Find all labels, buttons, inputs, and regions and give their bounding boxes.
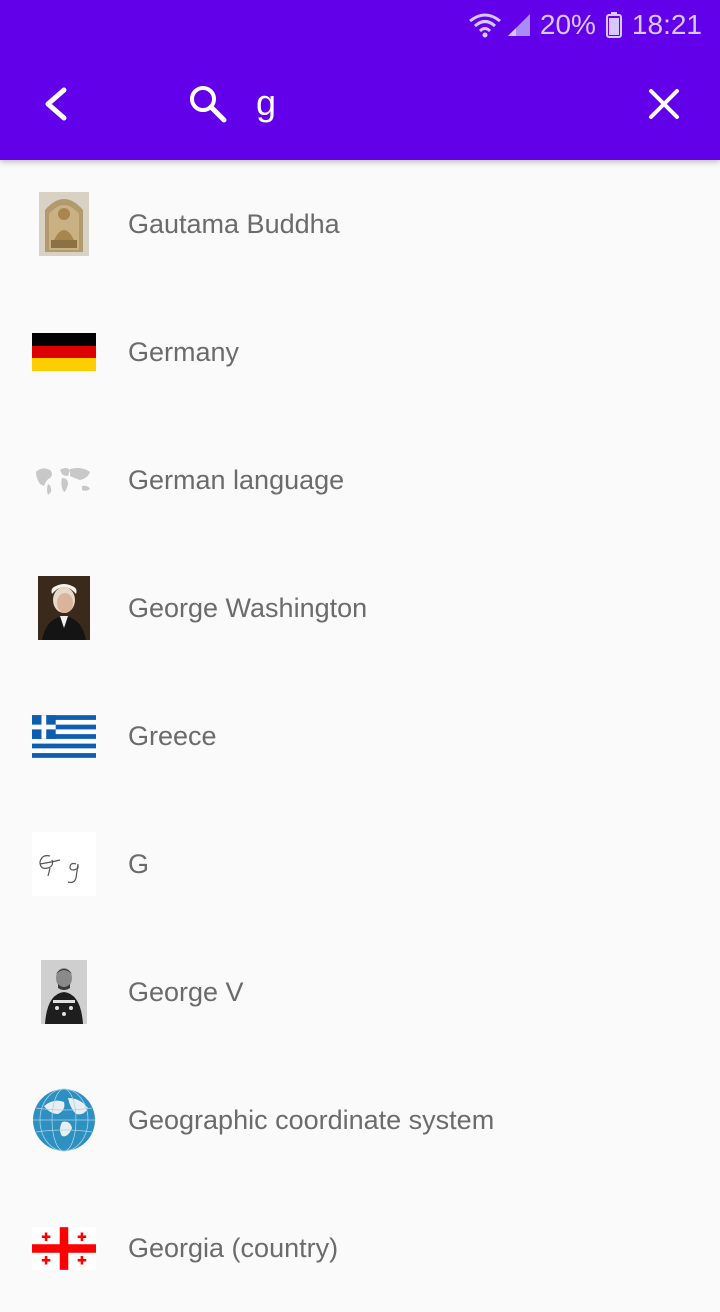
portrait-thumbnail: [32, 960, 96, 1024]
result-title: George Washington: [128, 592, 368, 623]
clock: 18:21: [631, 9, 702, 40]
battery-percent: 20%: [539, 9, 596, 40]
result-title: Georgia (country): [128, 1232, 339, 1263]
status-bar: 20% 18:21: [468, 8, 702, 42]
result-item[interactable]: Gautama Buddha: [0, 160, 720, 288]
search-input[interactable]: g: [256, 82, 276, 124]
result-item[interactable]: George Washington: [0, 544, 720, 672]
result-title: Germany: [128, 336, 240, 367]
result-item[interactable]: German language: [0, 416, 720, 544]
germany-flag: [32, 320, 96, 384]
result-item[interactable]: George V: [0, 928, 720, 1056]
result-item[interactable]: Geographic coordinate system: [0, 1056, 720, 1184]
search-results-list: Gautama Buddha Germany German language G…: [0, 160, 720, 1312]
globe-thumbnail: [32, 1088, 96, 1152]
result-title: Gautama Buddha: [128, 208, 340, 239]
result-title: George V: [128, 976, 244, 1007]
app-bar: 20% 18:21 g: [0, 0, 720, 160]
greece-flag: [32, 704, 96, 768]
wifi-icon: [468, 13, 501, 38]
signal-icon: [507, 14, 530, 36]
battery-icon: [605, 12, 622, 38]
cursive-g-thumbnail: [32, 832, 96, 896]
portrait-thumbnail: [32, 576, 96, 640]
result-title: G: [128, 848, 150, 879]
result-title: Greece: [128, 720, 217, 751]
georgia-flag: [32, 1216, 96, 1280]
search-icon: [190, 86, 227, 123]
result-item[interactable]: Germany: [0, 288, 720, 416]
chevron-left-icon[interactable]: [40, 86, 74, 122]
close-icon[interactable]: [648, 88, 680, 120]
buddha-statue-thumbnail: [32, 192, 96, 256]
result-item[interactable]: G: [0, 800, 720, 928]
result-item[interactable]: Greece: [0, 672, 720, 800]
result-title: German language: [128, 464, 345, 495]
world-map-thumbnail: [32, 448, 96, 512]
result-title: Geographic coordinate system: [128, 1104, 495, 1135]
result-item[interactable]: Georgia (country): [0, 1184, 720, 1312]
